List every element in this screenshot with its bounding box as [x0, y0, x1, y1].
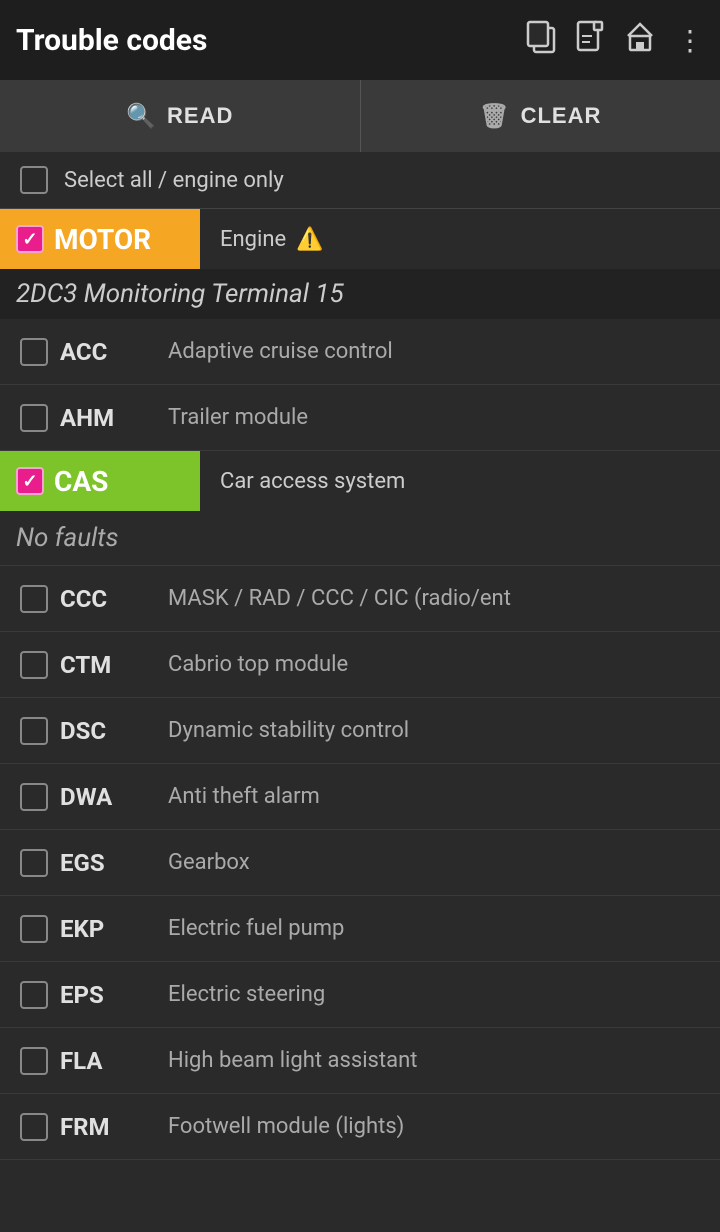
egs-desc: Gearbox: [168, 850, 700, 875]
egs-checkbox[interactable]: [20, 849, 48, 877]
ccc-desc: MASK / RAD / CCC / CIC (radio/ent: [168, 586, 700, 611]
ahm-checkbox[interactable]: [20, 404, 48, 432]
list-item[interactable]: ACC Adaptive cruise control: [0, 319, 720, 385]
fla-code: FLA: [48, 1047, 168, 1075]
eps-code: EPS: [48, 981, 168, 1009]
acc-checkbox[interactable]: [20, 338, 48, 366]
list-item[interactable]: EKP Electric fuel pump: [0, 896, 720, 962]
frm-checkbox[interactable]: [20, 1113, 48, 1141]
ahm-code: AHM: [48, 404, 168, 432]
cas-status: No faults: [0, 511, 720, 566]
list-item[interactable]: CTM Cabrio top module: [0, 632, 720, 698]
list-item[interactable]: AHM Trailer module: [0, 385, 720, 451]
list-item[interactable]: CCC MASK / RAD / CCC / CIC (radio/ent: [0, 566, 720, 632]
search-icon: 🔍: [126, 102, 157, 131]
motor-badge[interactable]: MOTOR: [0, 209, 200, 269]
list-item[interactable]: DWA Anti theft alarm: [0, 764, 720, 830]
page-title: Trouble codes: [16, 23, 526, 58]
read-button[interactable]: 🔍 READ: [0, 80, 361, 152]
ekp-checkbox[interactable]: [20, 915, 48, 943]
cas-badge[interactable]: CAS: [0, 451, 200, 511]
list-item[interactable]: EPS Electric steering: [0, 962, 720, 1028]
dwa-desc: Anti theft alarm: [168, 784, 700, 809]
list-item[interactable]: FRM Footwell module (lights): [0, 1094, 720, 1160]
acc-code: ACC: [48, 338, 168, 366]
ahm-desc: Trailer module: [168, 405, 700, 430]
motor-desc: Engine ⚠️: [200, 227, 720, 252]
eps-desc: Electric steering: [168, 982, 700, 1007]
ccc-checkbox[interactable]: [20, 585, 48, 613]
cas-desc: Car access system: [200, 469, 720, 494]
list-item[interactable]: DSC Dynamic stability control: [0, 698, 720, 764]
header-icons: ⋮: [526, 20, 704, 61]
select-all-row[interactable]: Select all / engine only: [0, 152, 720, 209]
home-icon[interactable]: [624, 20, 656, 61]
list-item[interactable]: FLA High beam light assistant: [0, 1028, 720, 1094]
frm-desc: Footwell module (lights): [168, 1114, 700, 1139]
fla-checkbox[interactable]: [20, 1047, 48, 1075]
cas-checkbox[interactable]: [16, 467, 44, 495]
fla-desc: High beam light assistant: [168, 1048, 700, 1073]
cas-module-header[interactable]: CAS Car access system: [0, 451, 720, 511]
ctm-code: CTM: [48, 651, 168, 679]
motor-code: MOTOR: [54, 223, 151, 256]
frm-code: FRM: [48, 1113, 168, 1141]
dwa-code: DWA: [48, 783, 168, 811]
dsc-code: DSC: [48, 717, 168, 745]
ccc-code: CCC: [48, 585, 168, 613]
motor-module-header[interactable]: MOTOR Engine ⚠️: [0, 209, 720, 269]
warning-icon: ⚠️: [296, 227, 323, 252]
egs-code: EGS: [48, 849, 168, 877]
select-all-checkbox[interactable]: [20, 166, 48, 194]
copy-icon[interactable]: [526, 20, 556, 61]
eps-checkbox[interactable]: [20, 981, 48, 1009]
trash-icon: 🗑: [479, 102, 510, 131]
ekp-desc: Electric fuel pump: [168, 916, 700, 941]
select-all-label: Select all / engine only: [64, 168, 284, 193]
motor-checkbox[interactable]: [16, 225, 44, 253]
clear-label: CLEAR: [521, 103, 602, 129]
document-icon[interactable]: [576, 20, 604, 61]
acc-desc: Adaptive cruise control: [168, 339, 700, 364]
list-item[interactable]: EGS Gearbox: [0, 830, 720, 896]
dsc-checkbox[interactable]: [20, 717, 48, 745]
toolbar: 🔍 READ 🗑 CLEAR: [0, 80, 720, 152]
ctm-desc: Cabrio top module: [168, 652, 700, 677]
app-header: Trouble codes: [0, 0, 720, 80]
dwa-checkbox[interactable]: [20, 783, 48, 811]
more-icon[interactable]: ⋮: [676, 24, 704, 57]
ctm-checkbox[interactable]: [20, 651, 48, 679]
motor-section-label: 2DC3 Monitoring Terminal 15: [0, 269, 720, 319]
dsc-desc: Dynamic stability control: [168, 718, 700, 743]
ekp-code: EKP: [48, 915, 168, 943]
clear-button[interactable]: 🗑 CLEAR: [361, 80, 720, 152]
cas-code: CAS: [54, 465, 108, 498]
read-label: READ: [167, 103, 233, 129]
